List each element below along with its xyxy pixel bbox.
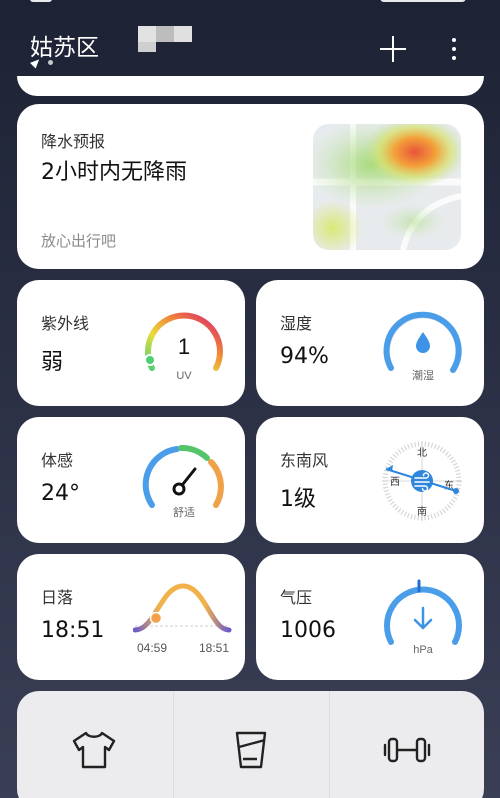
feels-like-value: 24° [41, 481, 80, 506]
lifestyle-card [17, 691, 484, 798]
pressure-gauge: hPa [384, 579, 462, 656]
uv-value: 弱 [41, 350, 64, 375]
pressure-value: 1006 [280, 618, 336, 643]
city-name[interactable]: 姑苏区 [30, 28, 99, 62]
sunset-time: 18:51 [199, 641, 229, 655]
sunrise-time: 04:59 [137, 641, 167, 655]
pressure-title: 气压 [280, 588, 313, 607]
pressure-unit: hPa [413, 644, 433, 656]
uv-title: 紫外线 [41, 314, 90, 333]
water-drop-icon [416, 332, 430, 353]
precipitation-advice: 放心出行吧 [41, 232, 117, 250]
wind-title: 东南风 [280, 451, 329, 470]
compass-south: 南 [417, 505, 427, 518]
status-time [30, 0, 52, 2]
add-city-button[interactable] [380, 36, 406, 62]
sunset-title: 日落 [41, 588, 74, 607]
location-arrow-icon [29, 56, 43, 69]
compass-west: 西 [390, 477, 400, 488]
uv-card[interactable]: 紫外线 弱 1 UV [17, 280, 245, 406]
compass-north: 北 [417, 447, 427, 459]
wind-compass: 北 南 西 东 [382, 441, 462, 521]
precipitation-card[interactable]: 降水预报 2小时内无降雨 放心出行吧 [17, 104, 484, 269]
humidity-card[interactable]: 湿度 94% 潮湿 [256, 280, 484, 406]
precipitation-headline: 2小时内无降雨 [41, 160, 187, 185]
rain-heatmap[interactable] [313, 124, 461, 250]
cup-icon [235, 731, 267, 769]
more-menu-button[interactable] [448, 36, 460, 62]
dumbbell-icon [383, 737, 431, 763]
redacted-region [138, 26, 192, 52]
sun-curve: 04:59 18:51 [133, 583, 232, 655]
top-bar: 姑苏区 [0, 18, 500, 78]
arrow-down-icon [413, 606, 433, 630]
humidity-gauge: 潮湿 [383, 311, 462, 382]
feels-like-label: 舒适 [173, 505, 195, 519]
sunset-card[interactable]: 日落 18:51 04:59 18:51 [17, 554, 245, 680]
precipitation-title: 降水预报 [41, 132, 106, 151]
previous-card-edge [17, 76, 484, 96]
uv-index: 1 [178, 334, 190, 359]
sun-position-marker [149, 611, 163, 625]
status-icons [380, 0, 466, 2]
wind-value: 1级 [280, 487, 316, 512]
humidity-title: 湿度 [280, 314, 313, 333]
status-bar [0, 0, 500, 8]
lifestyle-item-clothing[interactable] [17, 691, 172, 798]
comfort-gauge: 舒适 [142, 445, 224, 519]
page-dot [48, 60, 53, 65]
humidity-value: 94% [280, 344, 329, 369]
pressure-card[interactable]: 气压 1006 hPa [256, 554, 484, 680]
humidity-label: 潮湿 [412, 368, 434, 382]
lifestyle-item-drink[interactable] [173, 691, 328, 798]
feels-like-title: 体感 [41, 451, 74, 470]
uv-unit: UV [176, 370, 192, 382]
wind-card[interactable]: 东南风 1级 北 南 西 东 [256, 417, 484, 543]
sunset-value: 18:51 [41, 618, 105, 643]
lifestyle-item-exercise[interactable] [329, 691, 484, 798]
page-indicator [29, 56, 53, 69]
tshirt-icon [72, 731, 116, 769]
uv-gauge: 1 UV [144, 312, 223, 382]
feels-like-card[interactable]: 体感 24° 舒适 [17, 417, 245, 543]
